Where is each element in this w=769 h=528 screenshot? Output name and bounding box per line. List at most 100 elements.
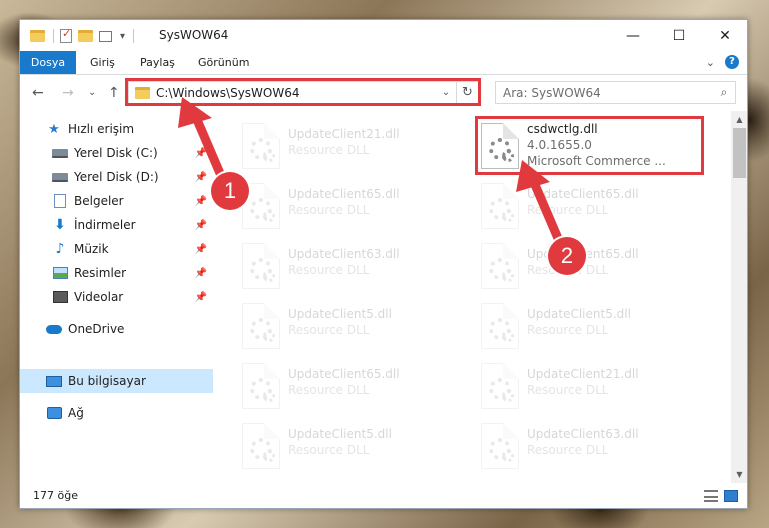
dll-file-icon [242,303,280,349]
sidebar-item-label: Yerel Disk (C:) [74,146,158,160]
view-options-icon[interactable] [99,30,112,42]
file-item[interactable]: UpdateClient63.dll Resource DLL [481,421,716,473]
expand-ribbon-icon[interactable]: ⌄ [706,56,715,69]
file-item[interactable]: UpdateClient65.dllResource DLL [481,241,716,293]
new-folder-icon[interactable] [78,30,93,42]
quick-access-toolbar: ▾ [30,27,140,45]
download-icon: ⬇ [54,217,66,233]
pin-icon[interactable]: 📌 [195,244,207,255]
tiles-view-icon[interactable] [724,490,738,502]
sidebar-item-local-disk-d[interactable]: Yerel Disk (D:) 📌 [20,165,213,189]
sidebar-item-label: Bu bilgisayar [68,374,146,388]
dll-file-icon [481,243,519,289]
music-icon: ♪ [55,241,65,257]
sidebar-item-label: Hızlı erişim [68,122,135,136]
navigation-pane: ★ Hızlı erişim Yerel Disk (C:) 📌 Yerel D… [20,111,215,483]
sidebar-item-label: Müzik [74,242,109,256]
file-highlight [475,116,704,175]
sidebar-item-label: OneDrive [68,322,125,336]
window-title: SysWOW64 [159,28,229,42]
file-item[interactable]: UpdateClient5.dll Resource DLL [242,301,477,353]
cloud-icon [46,322,62,336]
sidebar-item-documents[interactable]: Belgeler 📌 [20,189,213,213]
file-item[interactable]: UpdateClient65.dllResource DLL [242,361,477,413]
search-box[interactable]: Ara: SysWOW64 ⌕ [495,81,736,104]
file-item[interactable]: UpdateClient5.dll Resource DLL [481,301,716,353]
file-type: Resource DLL [527,323,609,337]
step-marker-1: 1 [211,172,249,210]
file-type: Resource DLL [527,443,609,457]
file-item[interactable]: UpdateClient65.dllResource DLL [481,181,716,233]
sidebar-item-pictures[interactable]: Resimler 📌 [20,261,213,285]
up-button[interactable]: ↑ [108,85,120,101]
star-icon: ★ [48,121,60,137]
sidebar-item-label: İndirmeler [74,218,136,232]
scroll-up-icon[interactable]: ▲ [731,111,747,128]
pin-icon[interactable]: 📌 [195,268,207,279]
file-item[interactable]: UpdateClient21.dll Resource DLL [481,361,716,413]
ribbon-tabs: Dosya Giriş Paylaş Görünüm ⌄ ? [20,51,747,75]
sidebar-item-label: Ağ [68,406,84,420]
file-name: UpdateClient63.dll [527,427,639,441]
search-icon[interactable]: ⌕ [713,85,735,100]
scroll-down-icon[interactable]: ▼ [731,466,747,483]
help-icon[interactable]: ? [725,55,739,69]
sidebar-item-downloads[interactable]: ⬇ İndirmeler 📌 [20,213,213,237]
sidebar-item-label: Resimler [74,266,127,280]
sidebar-item-quick-access[interactable]: ★ Hızlı erişim [20,117,213,141]
sidebar-item-videos[interactable]: Videolar 📌 [20,285,213,309]
sidebar-item-network[interactable]: Ağ [20,401,213,425]
pin-icon[interactable]: 📌 [195,172,207,183]
file-type: Resource DLL [288,263,370,277]
file-name: UpdateClient65.dll [288,367,400,381]
folder-icon[interactable] [30,30,45,42]
search-input[interactable]: Ara: SysWOW64 [503,86,713,100]
computer-icon [46,374,62,388]
maximize-button[interactable]: ☐ [656,20,702,51]
forward-button[interactable]: → [62,85,74,101]
toolbar-separator [53,29,54,43]
details-view-icon[interactable] [704,490,718,502]
sidebar-item-this-pc[interactable]: Bu bilgisayar [20,369,213,393]
close-button[interactable]: ✕ [702,20,747,51]
quick-access-dropdown-icon[interactable]: ▾ [120,31,125,42]
file-type: Resource DLL [288,443,370,457]
file-name: UpdateClient65.dll [527,187,639,201]
dll-file-icon [481,423,519,469]
pin-icon[interactable]: 📌 [195,196,207,207]
file-type: Resource DLL [288,203,370,217]
file-type: Resource DLL [288,323,370,337]
dll-file-icon [242,363,280,409]
toolbar-separator [133,29,135,43]
minimize-button[interactable]: — [610,20,656,51]
file-name: UpdateClient5.dll [288,307,392,321]
tab-gorunum[interactable]: Görünüm [188,51,259,74]
tab-dosya[interactable]: Dosya [20,51,76,74]
file-item[interactable]: UpdateClient63.dll Resource DLL [242,241,477,293]
recent-locations-button[interactable]: ⌄ [88,87,96,98]
tab-giris[interactable]: Giriş [80,51,125,74]
file-item[interactable]: UpdateClient21.dll Resource DLL [242,121,477,173]
sidebar-item-onedrive[interactable]: OneDrive [20,317,213,341]
vertical-scrollbar[interactable]: ▲ ▼ [731,111,747,483]
file-item[interactable]: UpdateClient65.dll Resource DLL [242,181,477,233]
item-count: 177 öğe [33,489,78,502]
pin-icon[interactable]: 📌 [195,220,207,231]
title-bar: ▾ SysWOW64 — ☐ ✕ [20,20,747,51]
file-item[interactable]: UpdateClient5.dll Resource DLL [242,421,477,473]
sidebar-item-music[interactable]: ♪ Müzik 📌 [20,237,213,261]
file-name: UpdateClient5.dll [288,427,392,441]
dll-file-icon [481,303,519,349]
properties-icon[interactable] [60,27,72,43]
back-button[interactable]: ← [32,85,44,101]
drive-icon [52,146,68,160]
file-name: UpdateClient65.dll [288,187,400,201]
tab-paylas[interactable]: Paylaş [130,51,185,74]
pin-icon[interactable]: 📌 [195,292,207,303]
scrollbar-thumb[interactable] [733,128,746,178]
dll-file-icon [242,423,280,469]
status-bar: 177 öğe [20,483,747,508]
sidebar-item-local-disk-c[interactable]: Yerel Disk (C:) 📌 [20,141,213,165]
pictures-icon [52,266,68,280]
pin-icon[interactable]: 📌 [195,148,207,159]
